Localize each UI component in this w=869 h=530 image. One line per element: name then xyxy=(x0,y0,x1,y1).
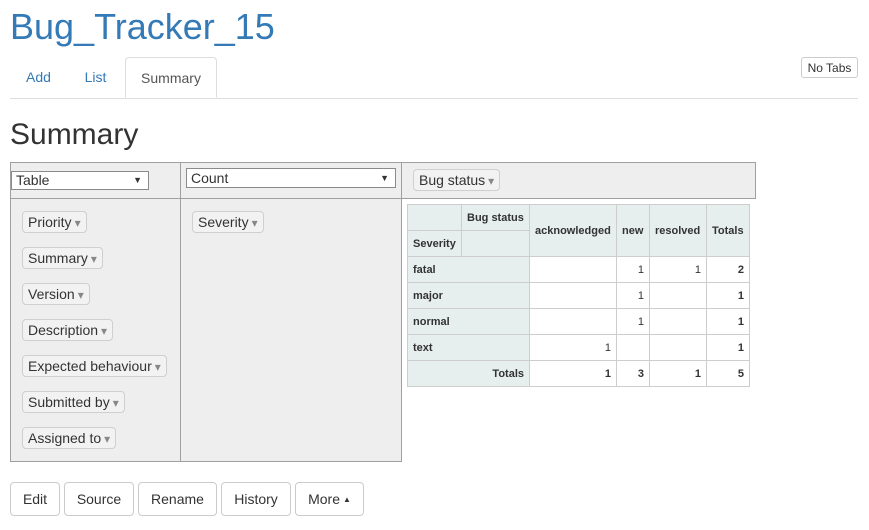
totals-row-label: Totals xyxy=(407,360,530,387)
data-cell xyxy=(529,308,617,335)
attribute-pill-version[interactable]: Version ▾ xyxy=(22,283,90,305)
filter-dropdown-icon[interactable]: ▾ xyxy=(101,324,107,338)
source-button[interactable]: Source xyxy=(64,482,134,516)
column-total: 1 xyxy=(649,360,707,387)
data-cell: 1 xyxy=(616,282,650,309)
column-axis-label: Bug status xyxy=(461,204,530,231)
column-total: 3 xyxy=(616,360,650,387)
filter-dropdown-icon[interactable]: ▾ xyxy=(113,396,119,410)
empty-header-cell xyxy=(461,230,530,257)
filter-dropdown-icon[interactable]: ▾ xyxy=(75,216,81,230)
tab-summary[interactable]: Summary xyxy=(125,57,217,98)
data-cell xyxy=(649,334,707,361)
column-total: 1 xyxy=(529,360,617,387)
attribute-pill-description[interactable]: Description ▾ xyxy=(22,319,114,341)
data-cell: 1 xyxy=(616,256,650,283)
filter-dropdown-icon[interactable]: ▾ xyxy=(488,174,494,188)
table-row: major 1 1 xyxy=(407,282,750,309)
table-row: normal 1 1 xyxy=(407,308,750,335)
data-cell xyxy=(649,308,707,335)
tab-add[interactable]: Add xyxy=(10,57,67,98)
attribute-pill-summary[interactable]: Summary ▾ xyxy=(22,247,103,269)
row-label: major xyxy=(407,282,530,309)
row-attributes-area[interactable] xyxy=(180,198,402,462)
history-button[interactable]: History xyxy=(221,482,291,516)
corner-cell xyxy=(407,204,462,231)
renderer-select-value: Table xyxy=(16,172,50,188)
caret-up-icon: ▲ xyxy=(342,495,351,505)
filter-dropdown-icon[interactable]: ▾ xyxy=(252,216,258,230)
aggregator-select[interactable]: Count ▼ xyxy=(186,168,396,188)
filter-dropdown-icon[interactable]: ▾ xyxy=(104,432,110,446)
totals-row: Totals 1 3 1 5 xyxy=(407,360,750,387)
row-label: normal xyxy=(407,308,530,335)
more-button-label: More xyxy=(308,491,340,507)
row-label: fatal xyxy=(407,256,530,283)
filter-dropdown-icon[interactable]: ▾ xyxy=(78,288,84,302)
attribute-pill-severity[interactable]: Severity ▾ xyxy=(192,211,264,233)
data-cell xyxy=(529,282,617,309)
row-total: 1 xyxy=(706,282,750,309)
renderer-select[interactable]: Table ▼ xyxy=(11,171,149,190)
row-total: 2 xyxy=(706,256,750,283)
table-row: fatal 1 1 2 xyxy=(407,256,750,283)
data-cell xyxy=(649,282,707,309)
grand-total: 5 xyxy=(706,360,750,387)
attribute-pill-expected-behaviour[interactable]: Expected behaviour ▾ xyxy=(22,355,167,377)
data-cell: 1 xyxy=(616,308,650,335)
chevron-down-icon: ▼ xyxy=(380,173,389,183)
pivot-table: Bug status acknowledged new resolved Tot… xyxy=(407,204,750,387)
attribute-pill-bug-status[interactable]: Bug status ▾ xyxy=(413,169,501,191)
filter-dropdown-icon[interactable]: ▾ xyxy=(91,252,97,266)
column-header: acknowledged xyxy=(529,204,617,257)
tab-bar: Add List Summary xyxy=(10,57,858,99)
more-button[interactable]: More ▲ xyxy=(295,482,364,516)
attribute-pill-assigned-to[interactable]: Assigned to ▾ xyxy=(22,427,117,449)
edit-button[interactable]: Edit xyxy=(10,482,60,516)
data-cell xyxy=(529,256,617,283)
data-cell: 1 xyxy=(649,256,707,283)
row-total: 1 xyxy=(706,334,750,361)
row-axis-label: Severity xyxy=(407,230,462,257)
aggregator-select-value: Count xyxy=(191,170,229,186)
column-header: resolved xyxy=(649,204,707,257)
attribute-pill-priority[interactable]: Priority ▾ xyxy=(22,211,87,233)
table-row: text 1 1 xyxy=(407,334,750,361)
column-totals-header: Totals xyxy=(706,204,750,257)
page-title: Summary xyxy=(10,118,139,151)
row-total: 1 xyxy=(706,308,750,335)
data-cell: 1 xyxy=(529,334,617,361)
attribute-pill-submitted-by[interactable]: Submitted by ▾ xyxy=(22,391,125,413)
tab-list[interactable]: List xyxy=(67,57,124,98)
rename-button[interactable]: Rename xyxy=(138,482,217,516)
row-label: text xyxy=(407,334,530,361)
chevron-down-icon: ▼ xyxy=(133,175,142,185)
data-cell xyxy=(616,334,650,361)
filter-dropdown-icon[interactable]: ▾ xyxy=(155,360,161,374)
no-tabs-button[interactable]: No Tabs xyxy=(801,57,858,78)
app-title: Bug_Tracker_15 xyxy=(10,6,275,47)
column-header: new xyxy=(616,204,650,257)
